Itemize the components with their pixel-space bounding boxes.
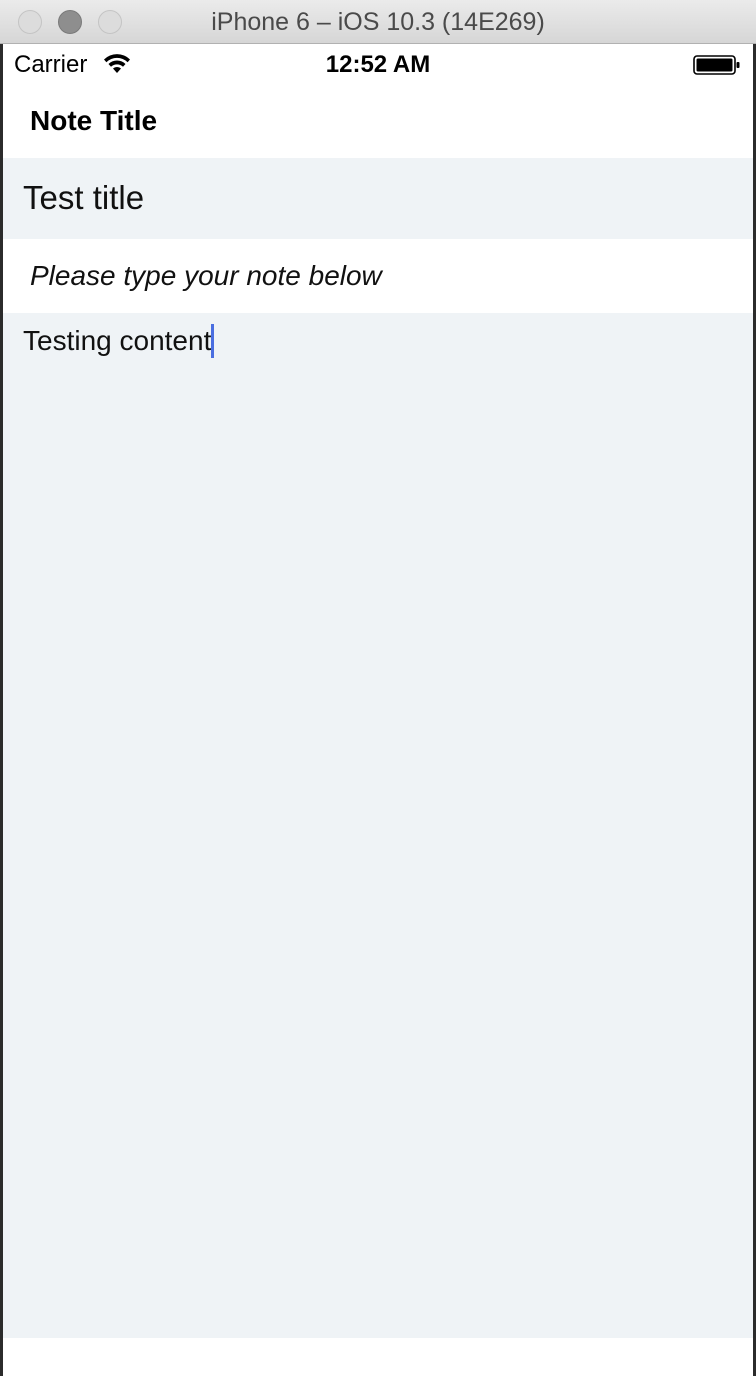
note-content-line: Testing content: [23, 324, 215, 358]
status-time: 12:52 AM: [325, 51, 431, 78]
note-title-value: Test title: [23, 179, 145, 216]
status-bar: Carrier 12:52 AM: [3, 44, 753, 86]
note-hint-text: Please type your note below: [30, 260, 382, 291]
page-title: Note Title: [30, 105, 158, 136]
device-screen: Carrier 12:52 AM Note Title Test title P…: [3, 44, 753, 1376]
text-cursor: [211, 324, 215, 358]
note-title-field[interactable]: Test title: [3, 158, 753, 239]
window-titlebar[interactable]: iPhone 6 – iOS 10.3 (14E269): [0, 0, 756, 44]
simulator-window: iPhone 6 – iOS 10.3 (14E269) Carrier 12:…: [0, 0, 756, 1376]
note-hint-row: Please type your note below: [3, 239, 753, 313]
battery-icon: [693, 55, 740, 75]
note-content-value: Testing content: [23, 325, 212, 356]
window-title: iPhone 6 – iOS 10.3 (14E269): [211, 8, 545, 36]
bottom-strip: [3, 1338, 753, 1376]
note-content-field[interactable]: Testing content: [3, 313, 753, 1338]
